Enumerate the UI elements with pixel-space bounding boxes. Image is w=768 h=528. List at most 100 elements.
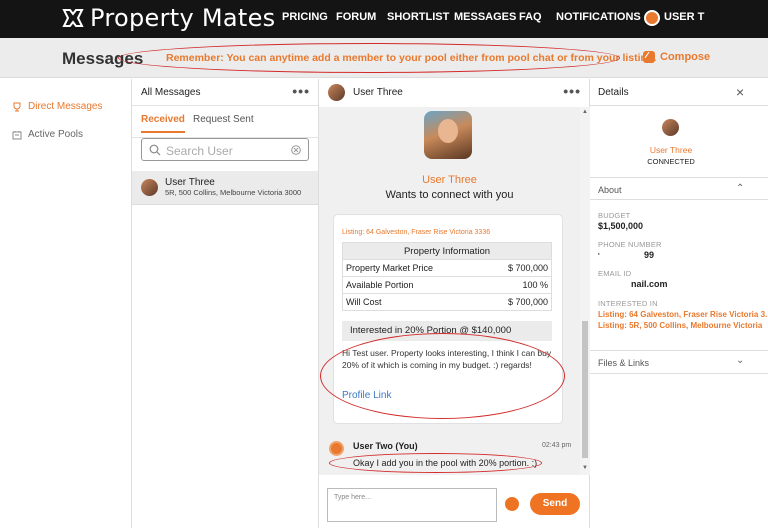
table-title: Property Information: [342, 242, 552, 260]
row-value: $ 700,000: [507, 297, 548, 307]
reply-time: 02:43 pm: [542, 442, 572, 449]
phone-prefix: ': [598, 253, 600, 260]
chat-contact-name: User Three: [353, 87, 403, 98]
interested-label: INTERESTED IN: [598, 299, 658, 308]
connection-status: CONNECTED: [647, 157, 695, 166]
profile-link[interactable]: Profile Link: [342, 390, 391, 401]
chat-scrollbar[interactable]: ▲ ▼: [580, 107, 590, 475]
row-value: 100 %: [522, 280, 548, 290]
pool-reminder-notice: Remember: You can anytime add a member t…: [166, 52, 657, 64]
chat-messages[interactable]: User Three Wants to connect with you Lis…: [319, 107, 580, 475]
avatar: [141, 179, 158, 196]
search-input[interactable]: Search User: [141, 138, 309, 161]
close-icon[interactable]: ×: [736, 84, 744, 100]
chat-panel: User Three ••• User Three Wants to conne…: [319, 79, 590, 528]
nav-messages[interactable]: MESSAGES: [454, 11, 516, 23]
email-label: EMAIL ID: [598, 269, 632, 278]
user-avatar[interactable]: [644, 10, 660, 26]
request-message: Hi Test user. Property looks interesting…: [342, 348, 552, 370]
tab-received[interactable]: Received: [141, 114, 185, 133]
top-navbar: Property Mates PRICING FORUM SHORTLIST M…: [0, 0, 768, 38]
sidebar-item-active-pools[interactable]: Active Pools: [12, 129, 83, 140]
page-title: Messages: [62, 49, 144, 68]
about-section-header[interactable]: About ⌃: [590, 178, 768, 200]
tab-request-sent[interactable]: Request Sent: [193, 114, 254, 125]
requester-avatar: [424, 111, 472, 159]
page-header: Messages Remember: You can anytime add a…: [0, 38, 768, 78]
details-panel: Details × User Three CONNECTED About ⌃ B…: [590, 79, 768, 528]
message-input[interactable]: Type here...: [327, 488, 519, 522]
brand-icon: [62, 9, 84, 27]
row-label: Available Portion: [346, 280, 414, 290]
phone-value: ' 99: [598, 250, 768, 262]
budget-label: BUDGET: [598, 211, 631, 220]
interest-banner: Interested in 20% Portion @ $140,000: [342, 321, 552, 341]
nav-notifications[interactable]: NOTIFICATIONS: [556, 11, 641, 23]
inbox-panel: All Messages ••• Received Request Sent S…: [131, 79, 319, 528]
contact-name: User Three: [165, 177, 215, 188]
files-label: Files & Links: [598, 358, 650, 368]
details-name: User Three: [649, 145, 693, 155]
budget-value: $1,500,000: [598, 221, 644, 231]
attach-icon[interactable]: [505, 497, 519, 511]
inbox-tabs: Received Request Sent: [132, 106, 318, 138]
compose-icon: [643, 51, 655, 63]
chat-header: User Three •••: [319, 79, 589, 106]
table-row: Will Cost $ 700,000: [342, 294, 552, 311]
more-options-icon[interactable]: •••: [292, 83, 310, 99]
phone-label: PHONE NUMBER: [598, 240, 662, 249]
avatar: [662, 119, 679, 136]
about-content: BUDGET $1,500,000 PHONE NUMBER ' 99 EMAI…: [598, 211, 768, 330]
avatar: [329, 441, 344, 456]
row-label: Property Market Price: [346, 263, 434, 273]
nav-forum[interactable]: FORUM: [336, 11, 376, 23]
table-row: Available Portion 100 %: [342, 277, 552, 294]
scroll-down-icon[interactable]: ▼: [582, 465, 588, 471]
details-profile: User Three CONNECTED: [590, 106, 768, 178]
brand-logo[interactable]: Property Mates: [62, 4, 275, 32]
connect-request-card: Listing: 64 Galveston, Fraser Rise Victo…: [333, 214, 563, 424]
scroll-thumb[interactable]: [582, 321, 588, 458]
sidebar-item-label: Active Pools: [28, 129, 84, 140]
row-label: Will Cost: [346, 297, 382, 307]
nav-pricing[interactable]: PRICING: [282, 11, 328, 23]
listing-link[interactable]: Listing: 64 Galveston, Fraser Rise Victo…: [342, 229, 490, 236]
search-placeholder: Search User: [166, 144, 233, 158]
scroll-up-icon[interactable]: ▲: [582, 109, 588, 115]
property-info-table: Property Information Property Market Pri…: [342, 242, 552, 311]
sidebar-item-label: Direct Messages: [28, 101, 103, 112]
chevron-down-icon[interactable]: ⌄: [736, 355, 744, 366]
pool-icon: [12, 130, 22, 139]
nav-shortlist[interactable]: SHORTLIST: [387, 11, 449, 23]
requester-name: User Three: [422, 174, 477, 186]
sidebar-item-direct-messages[interactable]: Direct Messages: [12, 101, 102, 112]
email-value: nail.com: [631, 279, 668, 289]
reply-text: Okay I add you in the pool with 20% port…: [353, 458, 538, 468]
contact-address: 5R, 500 Collins, Melbourne Victoria 3000: [165, 188, 302, 197]
send-button[interactable]: Send: [530, 493, 580, 515]
inbox-header: All Messages •••: [132, 79, 318, 106]
inbox-title: All Messages: [141, 87, 201, 98]
details-title: Details: [598, 87, 629, 98]
nav-faq[interactable]: FAQ: [519, 11, 542, 23]
more-options-icon[interactable]: •••: [563, 83, 581, 99]
brand-name: Property Mates: [90, 4, 276, 32]
reply-author: User Two (You): [353, 441, 418, 451]
message-placeholder: Type here...: [334, 494, 371, 501]
trophy-icon: [13, 102, 21, 111]
compose-button[interactable]: Compose: [643, 51, 710, 63]
row-value: $ 700,000: [507, 263, 548, 273]
compose-label: Compose: [660, 51, 711, 63]
request-text: Wants to connect with you: [385, 189, 514, 201]
details-header: Details ×: [590, 79, 768, 106]
chevron-up-icon[interactable]: ⌃: [736, 183, 744, 194]
table-row: Property Market Price $ 700,000: [342, 260, 552, 277]
sidebar: Direct Messages Active Pools: [0, 79, 132, 528]
about-label: About: [598, 185, 622, 195]
interested-listing[interactable]: Listing: 5R, 500 Collins, Melbourne Vict…: [598, 321, 768, 330]
files-section-header[interactable]: Files & Links ⌄: [590, 350, 768, 374]
interested-listing[interactable]: Listing: 64 Galveston, Fraser Rise Victo…: [598, 310, 768, 319]
clear-search-icon[interactable]: [291, 145, 301, 155]
nav-user-menu[interactable]: USER T: [664, 11, 704, 23]
list-item[interactable]: User Three 5R, 500 Collins, Melbourne Vi…: [132, 171, 318, 205]
